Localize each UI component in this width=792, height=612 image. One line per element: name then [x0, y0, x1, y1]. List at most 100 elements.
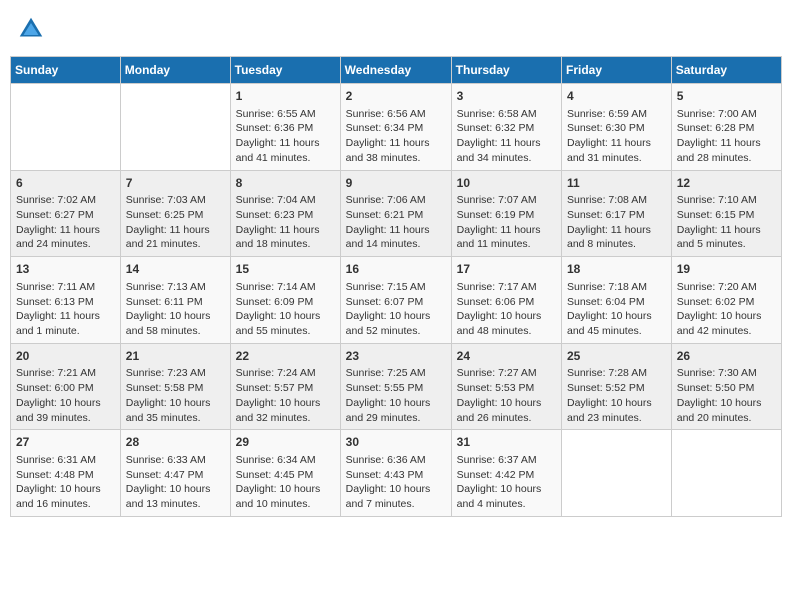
- day-number: 31: [457, 434, 556, 451]
- day-info-line: Sunrise: 7:06 AM: [346, 193, 446, 208]
- calendar-cell: 24Sunrise: 7:27 AMSunset: 5:53 PMDayligh…: [451, 343, 561, 430]
- calendar-cell: 18Sunrise: 7:18 AMSunset: 6:04 PMDayligh…: [562, 257, 672, 344]
- calendar-week-row: 6Sunrise: 7:02 AMSunset: 6:27 PMDaylight…: [11, 170, 782, 257]
- logo: [16, 14, 48, 44]
- day-number: 4: [567, 88, 666, 105]
- day-info-line: Daylight: 10 hours and 48 minutes.: [457, 309, 556, 338]
- calendar-cell: 27Sunrise: 6:31 AMSunset: 4:48 PMDayligh…: [11, 430, 121, 517]
- day-number: 10: [457, 175, 556, 192]
- day-info-line: Sunrise: 7:21 AM: [16, 366, 115, 381]
- day-info-line: Sunset: 6:28 PM: [677, 121, 776, 136]
- day-info-line: Daylight: 10 hours and 39 minutes.: [16, 396, 115, 425]
- calendar-cell: 12Sunrise: 7:10 AMSunset: 6:15 PMDayligh…: [671, 170, 781, 257]
- day-number: 11: [567, 175, 666, 192]
- day-info-line: Sunrise: 7:25 AM: [346, 366, 446, 381]
- day-number: 29: [236, 434, 335, 451]
- day-info-line: Sunrise: 6:31 AM: [16, 453, 115, 468]
- day-info-line: Sunrise: 6:33 AM: [126, 453, 225, 468]
- day-info-line: Daylight: 11 hours and 14 minutes.: [346, 223, 446, 252]
- calendar-cell: 11Sunrise: 7:08 AMSunset: 6:17 PMDayligh…: [562, 170, 672, 257]
- day-number: 15: [236, 261, 335, 278]
- column-header-tuesday: Tuesday: [230, 57, 340, 84]
- day-info-line: Sunset: 6:21 PM: [346, 208, 446, 223]
- day-info-line: Sunset: 6:32 PM: [457, 121, 556, 136]
- day-number: 13: [16, 261, 115, 278]
- column-header-saturday: Saturday: [671, 57, 781, 84]
- day-info-line: Daylight: 11 hours and 1 minute.: [16, 309, 115, 338]
- day-number: 25: [567, 348, 666, 365]
- calendar-cell: 5Sunrise: 7:00 AMSunset: 6:28 PMDaylight…: [671, 84, 781, 171]
- day-info-line: Daylight: 10 hours and 7 minutes.: [346, 482, 446, 511]
- calendar-cell: 6Sunrise: 7:02 AMSunset: 6:27 PMDaylight…: [11, 170, 121, 257]
- day-number: 14: [126, 261, 225, 278]
- day-info-line: Sunset: 4:48 PM: [16, 468, 115, 483]
- day-info-line: Sunrise: 6:55 AM: [236, 107, 335, 122]
- day-info-line: Sunset: 6:11 PM: [126, 295, 225, 310]
- calendar-cell: 20Sunrise: 7:21 AMSunset: 6:00 PMDayligh…: [11, 343, 121, 430]
- day-info-line: Daylight: 10 hours and 20 minutes.: [677, 396, 776, 425]
- calendar-cell: 19Sunrise: 7:20 AMSunset: 6:02 PMDayligh…: [671, 257, 781, 344]
- day-info-line: Sunrise: 7:15 AM: [346, 280, 446, 295]
- day-number: 8: [236, 175, 335, 192]
- page-header: [10, 10, 782, 48]
- day-info-line: Sunrise: 7:24 AM: [236, 366, 335, 381]
- calendar-cell: 2Sunrise: 6:56 AMSunset: 6:34 PMDaylight…: [340, 84, 451, 171]
- day-info-line: Sunset: 5:50 PM: [677, 381, 776, 396]
- day-number: 27: [16, 434, 115, 451]
- day-info-line: Sunset: 6:17 PM: [567, 208, 666, 223]
- day-number: 1: [236, 88, 335, 105]
- day-info-line: Daylight: 11 hours and 38 minutes.: [346, 136, 446, 165]
- day-info-line: Sunset: 6:25 PM: [126, 208, 225, 223]
- day-info-line: Daylight: 10 hours and 35 minutes.: [126, 396, 225, 425]
- day-info-line: Daylight: 11 hours and 5 minutes.: [677, 223, 776, 252]
- day-info-line: Sunset: 6:06 PM: [457, 295, 556, 310]
- day-info-line: Daylight: 10 hours and 29 minutes.: [346, 396, 446, 425]
- day-number: 7: [126, 175, 225, 192]
- calendar-cell: 15Sunrise: 7:14 AMSunset: 6:09 PMDayligh…: [230, 257, 340, 344]
- column-header-wednesday: Wednesday: [340, 57, 451, 84]
- day-info-line: Sunrise: 6:37 AM: [457, 453, 556, 468]
- day-info-line: Daylight: 11 hours and 41 minutes.: [236, 136, 335, 165]
- calendar-cell: 13Sunrise: 7:11 AMSunset: 6:13 PMDayligh…: [11, 257, 121, 344]
- calendar-cell: [120, 84, 230, 171]
- day-info-line: Daylight: 11 hours and 24 minutes.: [16, 223, 115, 252]
- day-info-line: Daylight: 10 hours and 45 minutes.: [567, 309, 666, 338]
- day-info-line: Sunset: 5:57 PM: [236, 381, 335, 396]
- day-info-line: Daylight: 11 hours and 28 minutes.: [677, 136, 776, 165]
- calendar-cell: 17Sunrise: 7:17 AMSunset: 6:06 PMDayligh…: [451, 257, 561, 344]
- column-header-sunday: Sunday: [11, 57, 121, 84]
- calendar-cell: 30Sunrise: 6:36 AMSunset: 4:43 PMDayligh…: [340, 430, 451, 517]
- day-info-line: Daylight: 10 hours and 52 minutes.: [346, 309, 446, 338]
- calendar-cell: 22Sunrise: 7:24 AMSunset: 5:57 PMDayligh…: [230, 343, 340, 430]
- day-number: 23: [346, 348, 446, 365]
- day-number: 22: [236, 348, 335, 365]
- day-info-line: Daylight: 11 hours and 11 minutes.: [457, 223, 556, 252]
- day-info-line: Sunset: 6:07 PM: [346, 295, 446, 310]
- day-info-line: Sunrise: 7:10 AM: [677, 193, 776, 208]
- calendar-header-row: SundayMondayTuesdayWednesdayThursdayFrid…: [11, 57, 782, 84]
- day-number: 28: [126, 434, 225, 451]
- day-info-line: Daylight: 10 hours and 13 minutes.: [126, 482, 225, 511]
- day-info-line: Daylight: 11 hours and 8 minutes.: [567, 223, 666, 252]
- calendar-cell: 7Sunrise: 7:03 AMSunset: 6:25 PMDaylight…: [120, 170, 230, 257]
- day-info-line: Sunset: 4:47 PM: [126, 468, 225, 483]
- day-info-line: Sunset: 6:13 PM: [16, 295, 115, 310]
- day-info-line: Daylight: 10 hours and 58 minutes.: [126, 309, 225, 338]
- calendar-cell: [671, 430, 781, 517]
- day-number: 21: [126, 348, 225, 365]
- day-info-line: Sunrise: 7:07 AM: [457, 193, 556, 208]
- day-info-line: Sunrise: 6:56 AM: [346, 107, 446, 122]
- day-info-line: Sunrise: 7:18 AM: [567, 280, 666, 295]
- calendar-cell: 9Sunrise: 7:06 AMSunset: 6:21 PMDaylight…: [340, 170, 451, 257]
- day-info-line: Sunset: 5:55 PM: [346, 381, 446, 396]
- day-info-line: Sunrise: 7:20 AM: [677, 280, 776, 295]
- day-info-line: Sunset: 6:36 PM: [236, 121, 335, 136]
- calendar-cell: 25Sunrise: 7:28 AMSunset: 5:52 PMDayligh…: [562, 343, 672, 430]
- day-info-line: Sunrise: 6:34 AM: [236, 453, 335, 468]
- day-info-line: Sunrise: 6:59 AM: [567, 107, 666, 122]
- column-header-friday: Friday: [562, 57, 672, 84]
- day-info-line: Sunrise: 7:14 AM: [236, 280, 335, 295]
- day-info-line: Sunrise: 7:03 AM: [126, 193, 225, 208]
- day-number: 20: [16, 348, 115, 365]
- day-number: 2: [346, 88, 446, 105]
